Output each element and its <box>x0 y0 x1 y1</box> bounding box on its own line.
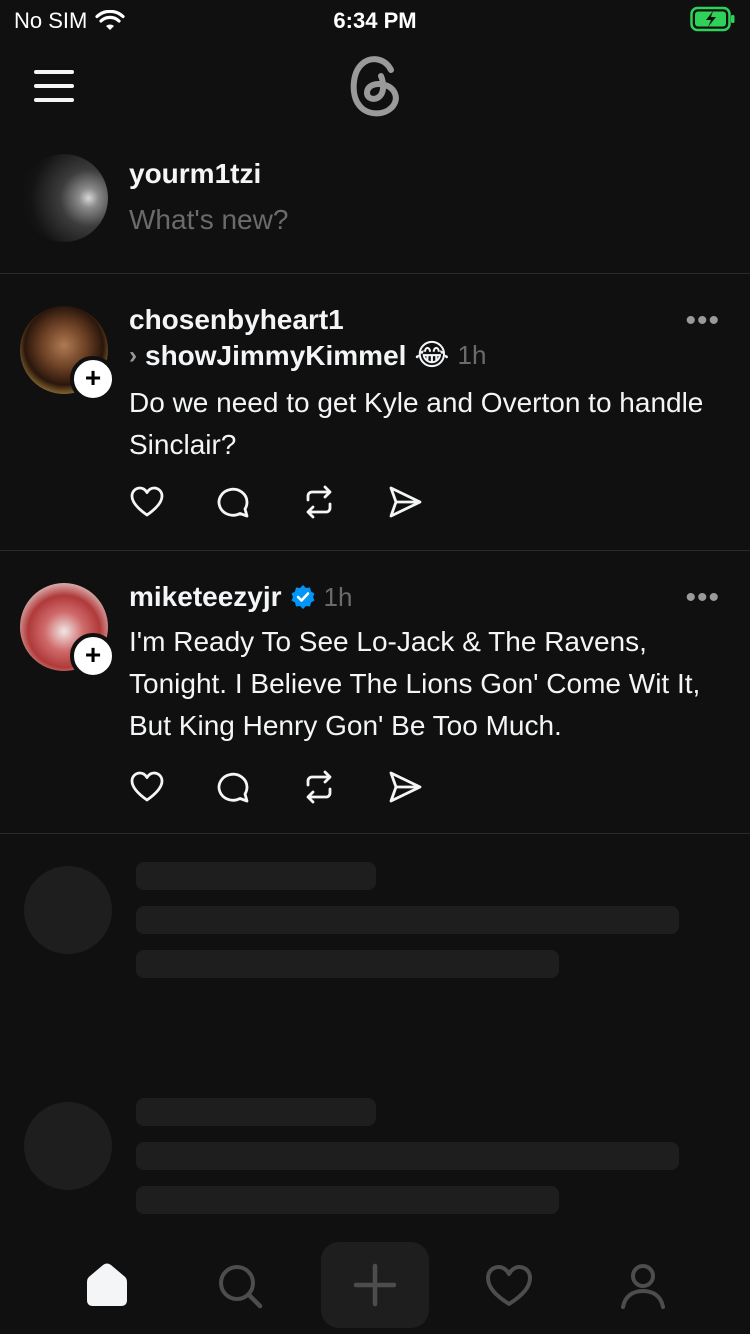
skeleton-line <box>136 1142 679 1170</box>
skeleton-line <box>136 862 376 890</box>
tab-bar <box>0 1236 750 1334</box>
more-options-icon[interactable]: ••• <box>685 581 720 615</box>
post-time: 1h <box>457 340 487 370</box>
verified-badge-icon <box>291 585 315 609</box>
like-heart-icon[interactable] <box>129 484 165 520</box>
post-item[interactable]: + miketeezyjr 1h ••• I'm Ready To See Lo… <box>0 551 750 834</box>
avatar[interactable] <box>20 154 108 242</box>
threads-logo[interactable] <box>345 50 405 120</box>
top-bar <box>0 50 750 130</box>
repost-icon[interactable] <box>301 484 337 520</box>
post-author[interactable]: chosenbyheart1 <box>129 304 344 336</box>
composer-username: yourm1tzi <box>129 158 262 189</box>
avatar[interactable]: + <box>20 306 116 402</box>
heart-icon[interactable] <box>483 1260 535 1312</box>
skeleton-line <box>136 1098 376 1126</box>
share-send-icon[interactable] <box>387 484 423 520</box>
post-author-line[interactable]: miketeezyjr 1h <box>129 581 352 613</box>
emoji: 😂 <box>414 339 450 372</box>
profile-icon[interactable] <box>617 1260 669 1312</box>
skeleton-avatar <box>24 866 112 954</box>
avatar[interactable]: + <box>20 583 116 679</box>
post-actions <box>129 769 423 805</box>
clock: 6:34 PM <box>333 8 417 33</box>
reply-to-username[interactable]: showJimmyKimmel <box>145 340 406 372</box>
plus-icon <box>353 1263 397 1307</box>
follow-plus-button[interactable]: + <box>70 633 116 679</box>
chevron-right-icon: › <box>129 341 137 369</box>
repost-icon[interactable] <box>301 769 337 805</box>
skeleton-avatar <box>24 1102 112 1190</box>
skeleton-line <box>136 950 559 978</box>
composer-placeholder[interactable]: What's new? <box>129 204 288 236</box>
status-bar: No SIM 6:34 PM <box>0 0 750 40</box>
more-options-icon[interactable]: ••• <box>685 304 720 338</box>
post-actions <box>129 484 423 520</box>
battery-icon <box>690 6 736 37</box>
skeleton-line <box>136 1186 559 1214</box>
post-time: 1h <box>323 581 353 612</box>
share-send-icon[interactable] <box>387 769 423 805</box>
comment-bubble-icon[interactable] <box>215 769 251 805</box>
composer[interactable]: yourm1tzi What's new? <box>0 148 750 274</box>
post-text: I'm Ready To See Lo-Jack & The Ravens, T… <box>129 626 701 741</box>
post-author[interactable]: miketeezyjr <box>129 581 282 613</box>
skeleton-line <box>136 906 679 934</box>
post-text: Do we need to get Kyle and Overton to ha… <box>129 387 704 460</box>
like-heart-icon[interactable] <box>129 769 165 805</box>
hamburger-icon[interactable] <box>34 70 74 102</box>
home-icon[interactable] <box>81 1260 133 1312</box>
follow-plus-button[interactable]: + <box>70 356 116 402</box>
reply-context[interactable]: › showJimmyKimmel 😂 1h <box>129 338 486 373</box>
post-item[interactable]: + chosenbyheart1 ••• › showJimmyKimmel 😂… <box>0 274 750 551</box>
search-icon[interactable] <box>214 1260 266 1312</box>
new-thread-button[interactable] <box>321 1242 429 1328</box>
comment-bubble-icon[interactable] <box>215 484 251 520</box>
